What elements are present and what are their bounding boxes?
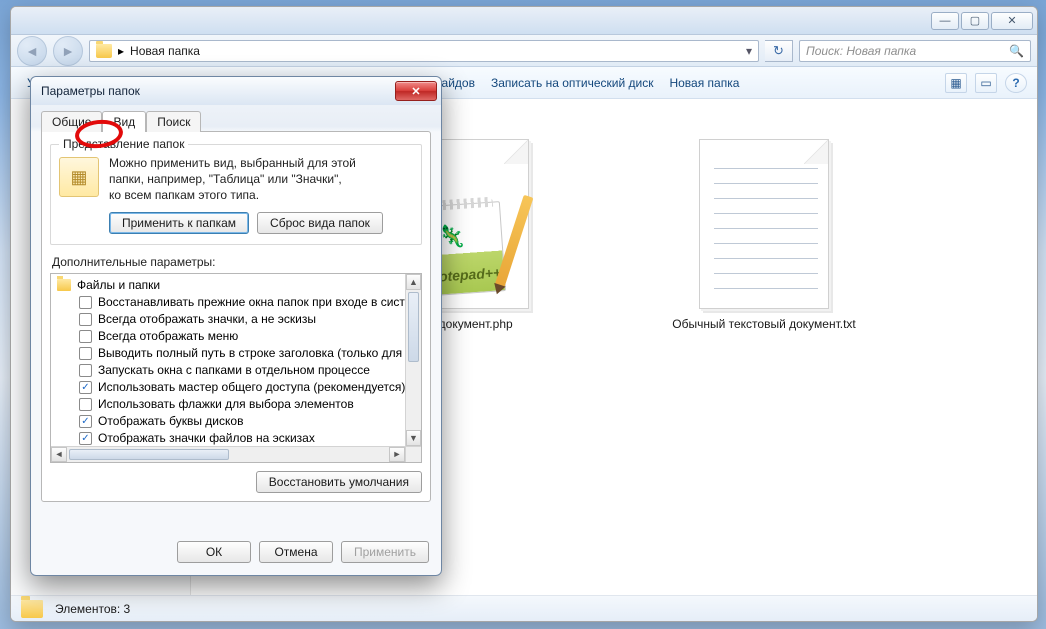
nav-back-button[interactable]: ◄ (17, 36, 47, 66)
cancel-button[interactable]: Отмена (259, 541, 333, 563)
scroll-corner (405, 446, 421, 462)
folder-icon (21, 600, 43, 618)
toolbar-help-icon[interactable]: ? (1005, 73, 1027, 93)
tree-root: Файлы и папки (57, 278, 399, 292)
tree-item-label: Всегда отображать значки, а не эскизы (98, 311, 316, 328)
tree-item-label: Использовать флажки для выбора элементов (98, 396, 354, 413)
address-path: Новая папка (130, 44, 200, 58)
tree-item-label: Использовать мастер общего доступа (реко… (98, 379, 405, 396)
tree-checkbox-item[interactable]: Восстанавливать прежние окна папок при в… (57, 294, 399, 311)
status-bar: Элементов: 3 (11, 595, 1037, 621)
tree-checkbox-item[interactable]: Использовать флажки для выбора элементов (57, 396, 399, 413)
checkbox-icon[interactable] (79, 381, 92, 394)
toolbar-burn[interactable]: Записать на оптический диск (485, 72, 660, 94)
folder-icon (96, 44, 112, 58)
restore-defaults-button[interactable]: Восстановить умолчания (256, 471, 422, 493)
dialog-titlebar: Параметры папок ✕ (31, 77, 441, 105)
scroll-thumb[interactable] (408, 292, 419, 362)
dialog-tabs: Общие Вид Поиск (41, 111, 431, 132)
toolbar-preview-icon[interactable]: ▭ (975, 73, 997, 93)
checkbox-icon[interactable] (79, 296, 92, 309)
reset-folders-button[interactable]: Сброс вида папок (257, 212, 383, 234)
folder-views-icon: ▦ (59, 157, 99, 197)
file-name: Обычный текстовый документ.txt (672, 317, 856, 331)
toolbar-new-folder[interactable]: Новая папка (663, 72, 745, 94)
group-description: Можно применить вид, выбранный для этой … (109, 155, 356, 204)
folder-icon (57, 279, 71, 291)
tree-item-label: Отображать значки файлов на эскизах (98, 430, 315, 446)
address-dropdown[interactable]: ▾ (746, 44, 752, 58)
scroll-left-arrow[interactable]: ◄ (51, 447, 67, 462)
checkbox-icon[interactable] (79, 313, 92, 326)
checkbox-icon[interactable] (79, 330, 92, 343)
dialog-button-row: ОК Отмена Применить (31, 531, 441, 575)
toolbar-view-icon[interactable]: ▦ (945, 73, 967, 93)
nav-forward-button[interactable]: ► (53, 36, 83, 66)
tree-item-label: Запускать окна с папками в отдельном про… (98, 362, 370, 379)
checkbox-icon[interactable] (79, 364, 92, 377)
checkbox-icon[interactable] (79, 432, 92, 445)
ok-button[interactable]: ОК (177, 541, 251, 563)
close-button[interactable]: ✕ (991, 12, 1033, 30)
apply-button[interactable]: Применить (341, 541, 429, 563)
tree-checkbox-item[interactable]: Всегда отображать значки, а не эскизы (57, 311, 399, 328)
address-bar: ◄ ► ▸ Новая папка ▾ ↻ Поиск: Новая папка… (11, 35, 1037, 67)
dialog-title: Параметры папок (41, 84, 140, 98)
tab-general[interactable]: Общие (41, 111, 102, 132)
scroll-down-arrow[interactable]: ▼ (406, 430, 421, 446)
folder-views-group: Представление папок ▦ Можно применить ви… (50, 144, 422, 245)
address-chevron: ▸ (118, 44, 124, 58)
search-icon: 🔍 (1009, 44, 1024, 58)
tab-view[interactable]: Вид (102, 111, 146, 132)
horizontal-scrollbar[interactable]: ◄ ► (51, 446, 405, 462)
tab-search[interactable]: Поиск (146, 111, 201, 132)
tree-checkbox-item[interactable]: Выводить полный путь в строке заголовка … (57, 345, 399, 362)
textfile-icon (714, 154, 818, 294)
tree-checkbox-item[interactable]: Отображать значки файлов на эскизах (57, 430, 399, 446)
folder-options-dialog: Параметры папок ✕ Общие Вид Поиск Предст… (30, 76, 442, 576)
search-placeholder: Поиск: Новая папка (806, 44, 916, 58)
status-text: Элементов: 3 (55, 602, 130, 616)
search-input[interactable]: Поиск: Новая папка 🔍 (799, 40, 1031, 62)
refresh-button[interactable]: ↻ (765, 40, 793, 62)
tree-item-label: Восстанавливать прежние окна папок при в… (98, 294, 405, 311)
checkbox-icon[interactable] (79, 347, 92, 360)
tab-panel-view: Представление папок ▦ Можно применить ви… (41, 131, 431, 502)
tree-checkbox-item[interactable]: Использовать мастер общего доступа (реко… (57, 379, 399, 396)
file-thumbnail (699, 139, 829, 309)
tree-checkbox-item[interactable]: Запускать окна с папками в отдельном про… (57, 362, 399, 379)
scroll-thumb[interactable] (69, 449, 229, 460)
scroll-right-arrow[interactable]: ► (389, 447, 405, 462)
maximize-button[interactable]: ▢ (961, 12, 989, 30)
checkbox-icon[interactable] (79, 398, 92, 411)
group-legend: Представление папок (59, 137, 188, 151)
advanced-settings-tree[interactable]: Файлы и папки Восстанавливать прежние ок… (50, 273, 422, 463)
tree-item-label: Всегда отображать меню (98, 328, 238, 345)
address-field[interactable]: ▸ Новая папка ▾ (89, 40, 759, 62)
advanced-settings-label: Дополнительные параметры: (52, 255, 420, 269)
tree-checkbox-item[interactable]: Отображать буквы дисков (57, 413, 399, 430)
checkbox-icon[interactable] (79, 415, 92, 428)
vertical-scrollbar[interactable]: ▲ ▼ (405, 274, 421, 446)
tree-checkbox-item[interactable]: Всегда отображать меню (57, 328, 399, 345)
scroll-up-arrow[interactable]: ▲ (406, 274, 421, 290)
file-item[interactable]: Обычный текстовый документ.txt (664, 139, 864, 331)
minimize-button[interactable]: — (931, 12, 959, 30)
apply-to-folders-button[interactable]: Применить к папкам (109, 212, 249, 234)
tree-item-label: Отображать буквы дисков (98, 413, 243, 430)
tree-item-label: Выводить полный путь в строке заголовка … (98, 345, 405, 362)
dialog-close-button[interactable]: ✕ (395, 81, 437, 101)
window-titlebar: — ▢ ✕ (11, 7, 1037, 35)
